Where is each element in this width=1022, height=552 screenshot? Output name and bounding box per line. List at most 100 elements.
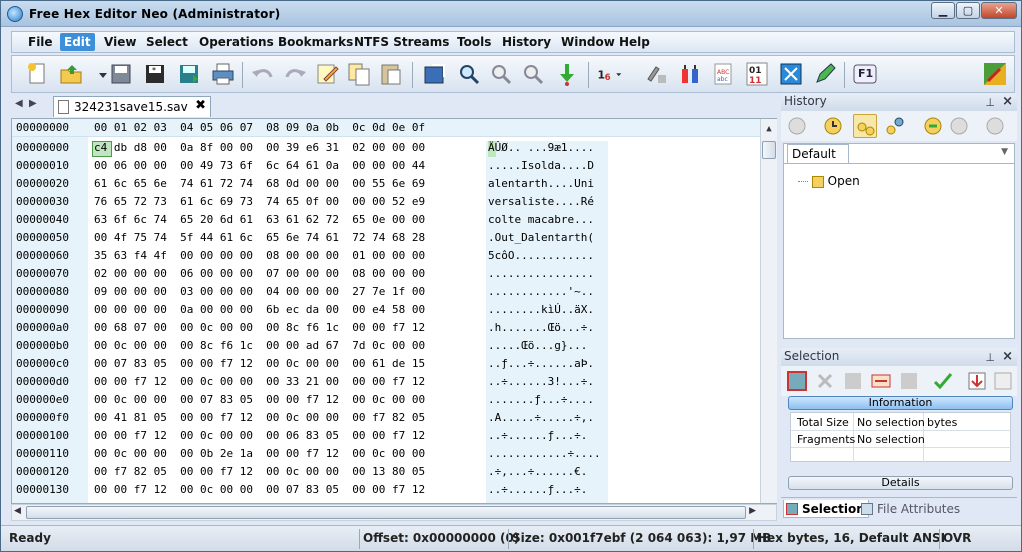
save-selection-icon[interactable] xyxy=(965,369,989,393)
tab-prev-icon[interactable]: ◀ xyxy=(15,98,23,109)
menu-bookmarks[interactable]: Bookmarks xyxy=(278,35,353,49)
tab-file-attributes[interactable]: File Attributes xyxy=(859,500,960,518)
menu-edit[interactable]: Edit xyxy=(60,33,95,51)
find-prev-icon[interactable] xyxy=(520,61,546,87)
goto-icon[interactable] xyxy=(554,61,580,87)
apply-selection-icon[interactable] xyxy=(931,369,955,393)
row-text: 5côO............ xyxy=(488,249,594,262)
history-item-open[interactable]: Open xyxy=(798,174,860,188)
pen-icon[interactable] xyxy=(812,61,838,87)
menu-view[interactable]: View xyxy=(104,35,136,49)
history-dropdown-icon[interactable]: ▼ xyxy=(1001,147,1008,157)
details-button[interactable]: Details xyxy=(788,476,1013,490)
minimize-button[interactable]: ▁ xyxy=(931,2,955,19)
information-button[interactable]: Information xyxy=(788,396,1013,410)
new-file-icon[interactable] xyxy=(24,61,50,87)
binary-icon[interactable]: 01 11 xyxy=(744,61,770,87)
invert-selection-icon[interactable] xyxy=(841,369,865,393)
load-selection-icon[interactable] xyxy=(991,369,1015,393)
vertical-scroll-thumb[interactable] xyxy=(762,141,776,159)
undo-icon[interactable] xyxy=(250,61,276,87)
scroll-left-icon[interactable]: ◀ xyxy=(14,506,21,516)
structure-icon[interactable] xyxy=(678,61,704,87)
close-button[interactable]: ✕ xyxy=(981,2,1017,19)
history-undo-icon[interactable] xyxy=(785,114,809,138)
menu-tools[interactable]: Tools xyxy=(457,35,491,49)
row-offset: 000000c0 xyxy=(16,357,69,370)
fullscreen-icon[interactable] xyxy=(778,61,804,87)
menu-ntfs-streams[interactable]: NTFS Streams xyxy=(354,35,449,49)
panel-close-icon[interactable]: × xyxy=(1002,348,1013,365)
row-offset: 00000100 xyxy=(16,429,69,442)
history-tab-default[interactable]: Default xyxy=(787,144,849,164)
encoding-icon[interactable]: ABC abc xyxy=(710,61,736,87)
row-offset: 00000030 xyxy=(16,195,69,208)
tab-document[interactable]: 324231save15.sav ✖ xyxy=(53,96,211,117)
row-text: ........kìÚ..äX. xyxy=(488,303,594,316)
save-icon[interactable] xyxy=(108,61,134,87)
row-hex-bytes: 09 00 00 00 03 00 00 00 04 00 00 00 27 7… xyxy=(94,285,426,298)
horizontal-scrollbar[interactable]: ◀ ▶ xyxy=(11,504,777,521)
panel-close-icon[interactable]: × xyxy=(1002,93,1013,110)
edit-icon[interactable] xyxy=(314,61,340,87)
history-clear-icon[interactable] xyxy=(983,114,1007,138)
find-next-icon[interactable] xyxy=(488,61,514,87)
total-size-label: Total Size xyxy=(797,416,849,429)
menu-history[interactable]: History xyxy=(502,35,551,49)
maximize-button[interactable]: ▢ xyxy=(956,2,980,19)
shrink-selection-icon[interactable] xyxy=(897,369,921,393)
export-icon[interactable] xyxy=(422,61,448,87)
vertical-scrollbar[interactable]: ▲ xyxy=(760,119,777,503)
bytes-group-icon[interactable]: 16 xyxy=(596,61,632,87)
pin-icon[interactable]: ⊥ xyxy=(985,349,995,366)
save-all-icon[interactable] xyxy=(176,61,202,87)
menu-select[interactable]: Select xyxy=(146,35,188,49)
deselect-icon[interactable] xyxy=(813,369,837,393)
selection-toolbar xyxy=(781,366,1017,396)
row-offset: 000000e0 xyxy=(16,393,69,406)
status-separator xyxy=(359,529,360,549)
row-offset: 00000120 xyxy=(16,465,69,478)
selection-title: Selection xyxy=(784,349,840,363)
horizontal-scroll-thumb[interactable] xyxy=(26,506,746,519)
save-as-icon[interactable]: * xyxy=(142,61,168,87)
history-delete-icon[interactable] xyxy=(947,114,971,138)
dropdown-arrow-icon[interactable] xyxy=(90,61,107,87)
row-offset: 00000060 xyxy=(16,249,69,262)
copy-icon[interactable] xyxy=(346,61,372,87)
menu-operations[interactable]: Operations xyxy=(199,35,274,49)
print-icon[interactable] xyxy=(210,61,236,87)
select-all-icon[interactable] xyxy=(785,369,809,393)
redo-icon[interactable] xyxy=(282,61,308,87)
status-separator xyxy=(939,529,940,549)
tab-next-icon[interactable]: ▶ xyxy=(29,98,37,109)
status-size: Size: 0x001f7ebf (2 064 063): 1,97 MB xyxy=(512,531,772,545)
f1-help-icon[interactable]: F1 xyxy=(852,61,878,87)
menu-window[interactable]: Window xyxy=(561,35,615,49)
svg-text:*: * xyxy=(152,66,156,75)
history-title: History xyxy=(784,94,827,108)
tab-selection[interactable]: Selection xyxy=(783,500,869,518)
palette-icon[interactable] xyxy=(982,61,1008,87)
history-branch-icon[interactable] xyxy=(883,114,907,138)
bookmark-icon[interactable] xyxy=(644,61,670,87)
hex-editor-pane[interactable]: 00000000 00 01 02 03 04 05 06 07 08 09 0… xyxy=(11,118,777,504)
history-add-icon[interactable] xyxy=(821,114,845,138)
find-icon[interactable] xyxy=(456,61,482,87)
scroll-up-icon[interactable]: ▲ xyxy=(762,121,776,137)
open-folder-icon[interactable] xyxy=(58,61,84,87)
menu-help[interactable]: Help xyxy=(619,35,650,49)
status-offset: Offset: 0x00000000 (0) xyxy=(363,531,520,545)
paste-icon[interactable] xyxy=(378,61,404,87)
history-toggle-icon[interactable] xyxy=(853,114,877,138)
tab-filename: 324231save15.sav xyxy=(74,100,188,114)
row-hex-bytes: 00 41 81 05 00 00 f7 12 00 0c 00 00 00 f… xyxy=(94,411,426,424)
tab-close-icon[interactable]: ✖ xyxy=(195,98,206,113)
menu-file[interactable]: File xyxy=(28,35,53,49)
scroll-right-icon[interactable]: ▶ xyxy=(749,506,756,516)
hex-header: 00000000 00 01 02 03 04 05 06 07 08 09 0… xyxy=(12,119,760,137)
history-forward-icon[interactable] xyxy=(921,114,945,138)
pin-icon[interactable]: ⊥ xyxy=(985,94,995,111)
expand-selection-icon[interactable] xyxy=(869,369,893,393)
svg-text:6: 6 xyxy=(605,73,611,83)
